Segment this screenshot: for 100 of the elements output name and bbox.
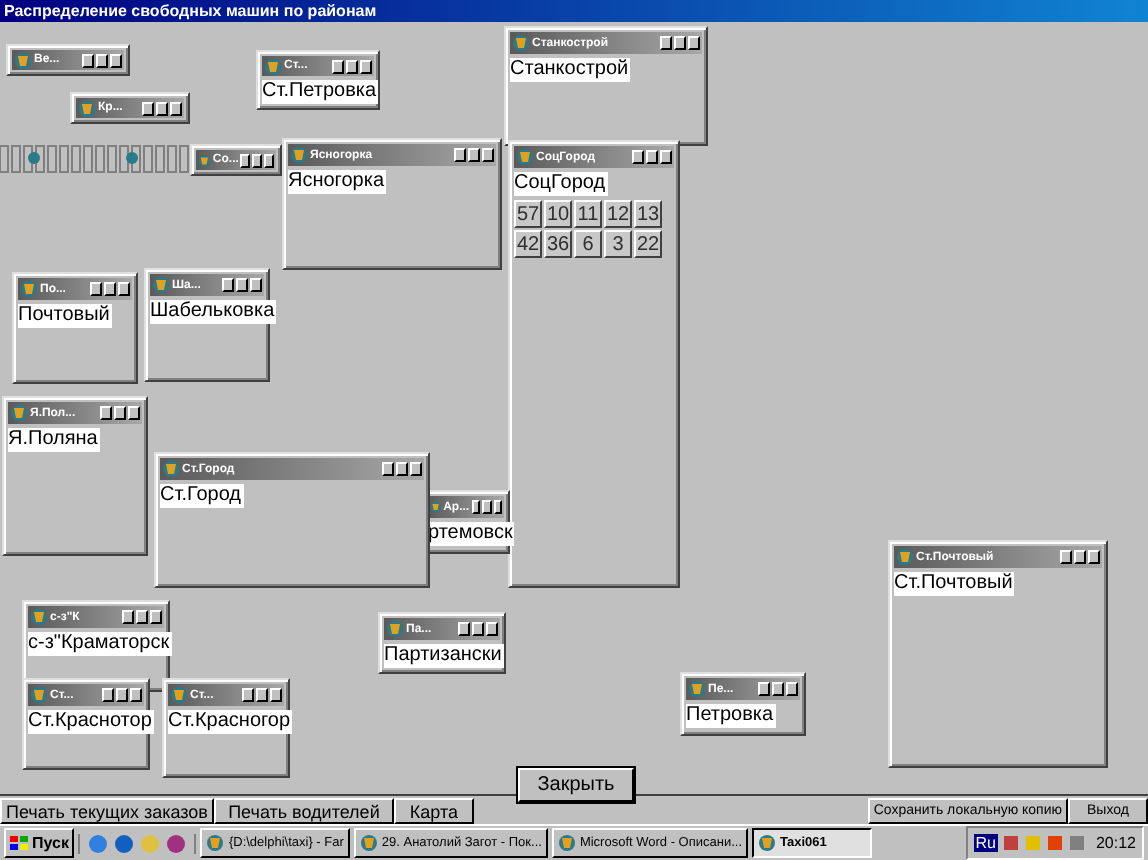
car-count: 6	[574, 230, 602, 258]
minimize-button[interactable]	[660, 36, 672, 50]
maximize-button[interactable]	[114, 406, 126, 420]
minimize-button[interactable]	[1060, 550, 1072, 564]
car-count: 36	[544, 230, 572, 258]
maximize-button[interactable]	[674, 36, 686, 50]
app-icon	[170, 686, 188, 704]
maximize-button[interactable]	[396, 462, 408, 476]
close-button[interactable]	[264, 153, 274, 167]
app-icon	[688, 680, 706, 698]
maximize-button[interactable]	[96, 53, 108, 67]
maximize-button[interactable]	[156, 101, 168, 115]
minimize-button[interactable]	[458, 622, 470, 636]
window-title: Распределение свободных машин по районам	[0, 0, 1148, 22]
close-button[interactable]	[150, 610, 162, 624]
close-button[interactable]	[250, 278, 262, 292]
maximize-button[interactable]	[468, 148, 480, 162]
close-button[interactable]	[482, 148, 494, 162]
district-label: СоцГород	[514, 172, 608, 196]
minimize-button[interactable]	[222, 278, 234, 292]
clock: 20:12	[1095, 834, 1136, 852]
maximize-button[interactable]	[646, 150, 658, 164]
close-button[interactable]	[660, 150, 672, 164]
minimize-button[interactable]	[142, 101, 154, 115]
maximize-button[interactable]	[236, 278, 248, 292]
minimize-button[interactable]	[758, 682, 770, 696]
windows-flag-icon	[10, 835, 28, 851]
car-count: 12	[604, 200, 632, 228]
minimize-button[interactable]	[102, 688, 114, 702]
minimize-button[interactable]	[454, 148, 466, 162]
app-icon	[359, 834, 378, 852]
close-button[interactable]	[1088, 550, 1100, 564]
minimize-button[interactable]	[332, 59, 344, 73]
close-button[interactable]	[486, 622, 498, 636]
quick-launch-icon[interactable]	[166, 833, 187, 853]
app-icon	[557, 834, 576, 852]
maximize-button[interactable]	[772, 682, 784, 696]
app-icon	[30, 608, 48, 626]
maximize-button[interactable]	[136, 610, 148, 624]
app-icon	[10, 404, 28, 422]
minimize-button[interactable]	[240, 153, 251, 167]
close-button[interactable]	[360, 59, 372, 73]
close-button[interactable]	[110, 53, 122, 67]
car-count: 10	[544, 200, 572, 228]
car-count: 13	[634, 200, 662, 228]
district-label: с-з"Краматорск	[28, 632, 172, 656]
maximize-button[interactable]	[346, 59, 358, 73]
close-button[interactable]	[786, 682, 798, 696]
app-icon	[78, 99, 96, 117]
minimize-button[interactable]	[90, 282, 102, 296]
toolbar-button[interactable]: Карта	[393, 798, 474, 824]
minimize-button[interactable]	[632, 150, 644, 164]
app-icon	[516, 148, 534, 166]
toolbar-button[interactable]: Печать текущих заказов	[0, 798, 214, 824]
close-button[interactable]	[410, 462, 422, 476]
close-button[interactable]	[128, 406, 140, 420]
maximize-button[interactable]	[104, 282, 116, 296]
close-button[interactable]	[493, 500, 502, 514]
district-label: Ст.Краснотор	[28, 710, 154, 734]
app-icon	[20, 280, 38, 298]
maximize-button[interactable]	[1074, 550, 1086, 564]
minimize-button[interactable]	[382, 462, 394, 476]
maximize-button[interactable]	[472, 622, 484, 636]
minimize-button[interactable]	[471, 500, 481, 514]
close-button[interactable]	[118, 282, 130, 296]
district-label: Шабельковка	[150, 300, 277, 324]
app-icon	[386, 620, 404, 638]
minimize-button[interactable]	[242, 688, 254, 702]
maximize-button[interactable]	[116, 688, 128, 702]
district-label: Почтовый	[18, 304, 112, 328]
app-icon	[206, 834, 225, 852]
app-icon	[198, 151, 211, 169]
district-label: Ст.Город	[160, 484, 244, 508]
language-indicator[interactable]: Ru	[973, 834, 998, 852]
close-button[interactable]	[270, 688, 282, 702]
minimize-button[interactable]	[82, 53, 94, 67]
district-label: Ст.Почтовый	[894, 572, 1015, 596]
close-button[interactable]	[170, 101, 182, 115]
app-icon	[758, 834, 777, 852]
close-button[interactable]	[688, 36, 700, 50]
app-icon	[30, 686, 48, 704]
maximize-button[interactable]	[482, 500, 492, 514]
car-count: 22	[634, 230, 662, 258]
district-label: Партизански	[384, 644, 504, 668]
app-icon	[896, 548, 914, 566]
district-label: ртемовск	[428, 522, 515, 546]
start-button[interactable]: Пуск	[4, 828, 75, 858]
car-count: 3	[604, 230, 632, 258]
quick-launch-icon[interactable]	[114, 833, 135, 853]
close-button[interactable]	[130, 688, 142, 702]
minimize-button[interactable]	[100, 406, 112, 420]
car-count: 42	[514, 230, 542, 258]
maximize-button[interactable]	[256, 688, 268, 702]
district-label: Станкострой	[510, 58, 631, 82]
close-window-button[interactable]: Закрыть	[518, 768, 634, 802]
minimize-button[interactable]	[122, 610, 134, 624]
district-label: Ст.Красногор	[168, 710, 293, 734]
district-label: Ст.Петровка	[262, 80, 379, 104]
toolbar-button[interactable]: Печать водителей	[213, 798, 394, 824]
maximize-button[interactable]	[252, 153, 263, 167]
